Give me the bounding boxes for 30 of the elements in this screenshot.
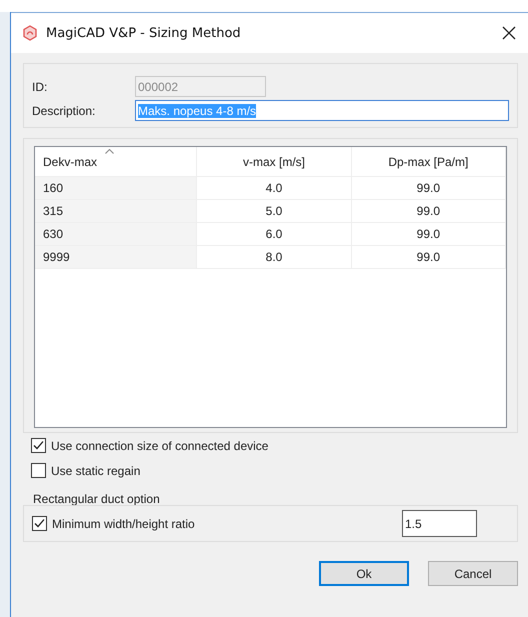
checkbox[interactable] [32, 516, 47, 531]
hexagon-logo-icon [22, 25, 38, 41]
column-header[interactable]: v-max [m/s] [197, 147, 352, 177]
table-cell: 99.0 [352, 223, 506, 246]
table-cell: 99.0 [352, 246, 506, 269]
column-header[interactable]: Dp-max [Pa/m] [352, 147, 506, 177]
table-cell: 99.0 [352, 177, 506, 200]
table-cell: 315 [35, 200, 198, 223]
ok-button[interactable]: Ok [319, 561, 409, 586]
table-cell: 6.0 [197, 223, 352, 246]
table-cell: 5.0 [197, 200, 352, 223]
checkbox[interactable] [31, 463, 46, 478]
group-title: Rectangular duct option [32, 492, 161, 506]
cancel-button[interactable]: Cancel [428, 561, 518, 586]
table-cell: 9999 [35, 246, 198, 269]
checkbox-label: Use connection size of connected device [51, 438, 268, 452]
window-title: MagiCAD V&P - Sizing Method [46, 26, 242, 40]
checkbox-label: Use static regain [51, 464, 140, 478]
table-cell: 630 [35, 223, 198, 246]
sort-caret-icon [105, 149, 114, 154]
table-cell: 8.0 [197, 246, 352, 269]
table-cell: 99.0 [352, 200, 506, 223]
checkbox[interactable] [31, 438, 46, 453]
field-label: ID: [32, 80, 48, 94]
field-label: Description: [32, 104, 96, 118]
table-cell: 4.0 [197, 177, 352, 200]
input-field[interactable]: 1.5 [402, 510, 477, 537]
close-icon[interactable] [502, 26, 516, 40]
table-cell: 160 [35, 177, 198, 200]
checkbox-label: Minimum width/height ratio [52, 516, 195, 530]
